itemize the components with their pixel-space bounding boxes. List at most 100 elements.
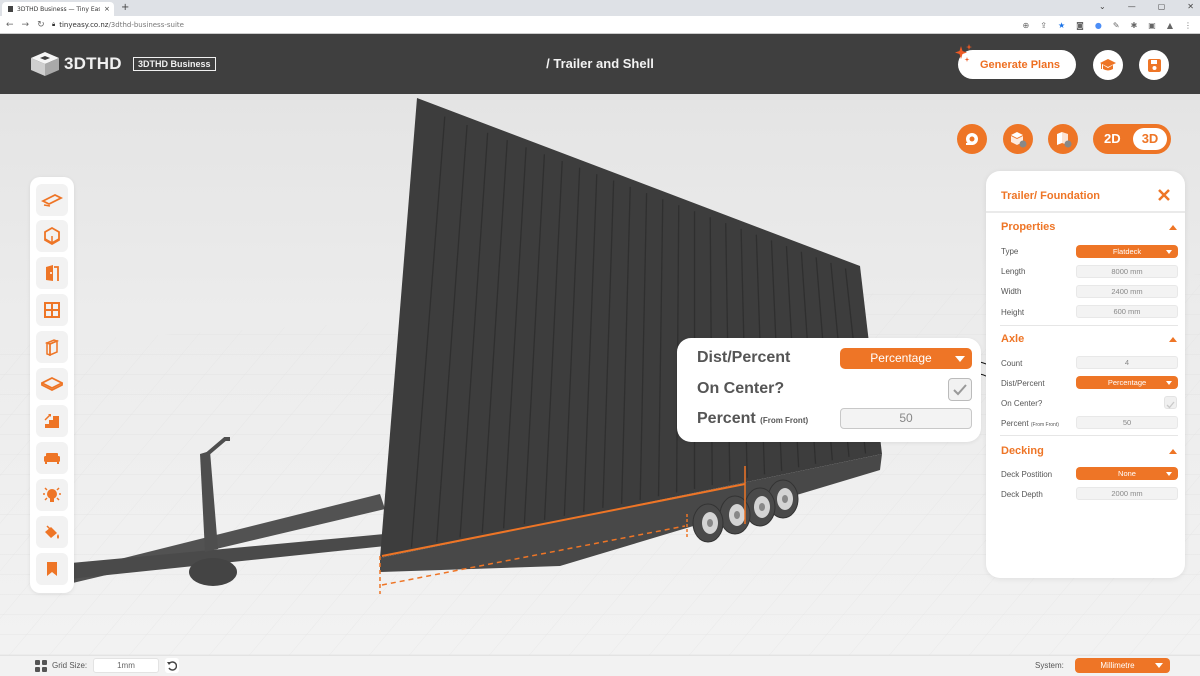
sparkle-icon — [955, 44, 972, 62]
system-label: System: — [1035, 661, 1064, 670]
save-icon — [1147, 58, 1161, 72]
floor-icon — [41, 377, 63, 391]
toolbar-item-paint[interactable] — [36, 516, 68, 548]
type-label: Type — [1001, 247, 1019, 256]
window-icon — [44, 302, 60, 318]
toolbar-item-saved[interactable] — [36, 553, 68, 585]
graduation-cap-icon — [1100, 59, 1116, 71]
toolbar-item-walls[interactable] — [36, 331, 68, 363]
toolbar-item-floors[interactable] — [36, 368, 68, 400]
paint-bucket-icon — [45, 525, 59, 539]
save-button[interactable] — [1139, 50, 1169, 80]
height-input[interactable]: 600 mm — [1076, 305, 1178, 318]
toolbar-item-doors[interactable] — [36, 257, 68, 289]
tab-search-button[interactable]: ⌄ — [1099, 2, 1106, 11]
grid-size-label: Grid Size: — [52, 661, 88, 670]
dist-percent-label: Dist/Percent — [1001, 379, 1045, 388]
tape-measure-icon — [966, 133, 978, 145]
camera-icon[interactable]: ◙ — [1076, 21, 1084, 30]
grid-icon — [35, 660, 47, 672]
close-window-button[interactable]: ✕ — [1187, 2, 1194, 11]
deck-position-label: Deck Postition — [1001, 470, 1053, 479]
reset-grid-button[interactable] — [165, 658, 179, 673]
close-icon[interactable] — [1156, 187, 1172, 203]
url-field[interactable]: 🔒︎ tinyeasy.co.nz/3dthd-business-suite — [52, 21, 184, 29]
zoom-icon[interactable]: ⊕ — [1023, 21, 1030, 30]
house-eye-icon — [1011, 132, 1027, 148]
bookmark-icon — [47, 562, 57, 576]
callout-percent-label: Percent (From Front) — [697, 410, 808, 428]
profile-icon[interactable]: ▲ — [1167, 21, 1173, 30]
window-controls: ⌄ — ▢ ✕ — [1099, 2, 1194, 11]
view-mode-toggle[interactable]: 2D 3D — [1093, 124, 1171, 154]
toggle-3d-option[interactable]: 3D — [1133, 128, 1167, 150]
callout-dist-label: Dist/Percent — [697, 349, 791, 366]
panel-title: Trailer/ Foundation — [1001, 190, 1101, 202]
dist-percent-dropdown[interactable]: Percentage — [1076, 376, 1178, 389]
toggle-2d-option[interactable]: 2D — [1104, 131, 1121, 146]
system-dropdown[interactable]: Millimetre — [1075, 658, 1170, 673]
deck-depth-input[interactable]: 2000 mm — [1076, 487, 1178, 500]
tutorial-button[interactable] — [1093, 50, 1123, 80]
url-path: /3dthd-business-suite — [108, 20, 184, 29]
callout-percent-text: Percent — [697, 410, 756, 427]
address-bar: ← → ↻ 🔒︎ tinyeasy.co.nz/3dthd-business-s… — [0, 16, 1200, 34]
reload-icon[interactable]: ↻ — [37, 20, 45, 30]
divider — [986, 211, 1185, 213]
on-center-label: On Center? — [1001, 399, 1043, 408]
browser-tab-bar: 3DTHD Business — Tiny Easy - T × + ⌄ — ▢… — [0, 0, 1200, 16]
zoom-callout: Dist/Percent Percentage On Center? Perce… — [677, 338, 981, 442]
length-input[interactable]: 8000 mm — [1076, 265, 1178, 278]
left-toolbar — [30, 177, 74, 593]
measure-tape-button[interactable] — [957, 124, 987, 154]
type-dropdown[interactable]: Flatdeck — [1076, 245, 1178, 258]
callout-center-checkbox[interactable] — [948, 378, 972, 401]
toolbar-item-stairs[interactable] — [36, 405, 68, 437]
toolbar-item-furniture[interactable] — [36, 442, 68, 474]
extension-icon[interactable]: ● — [1095, 21, 1102, 30]
section-decking-title: Decking — [1001, 445, 1044, 457]
wheel — [692, 503, 724, 543]
forward-icon[interactable]: → — [22, 20, 30, 30]
callout-dist-dropdown[interactable]: Percentage — [840, 348, 972, 369]
toggle-roof-visibility-button[interactable] — [1003, 124, 1033, 154]
callout-percent-note: (From Front) — [760, 416, 809, 425]
check-icon — [953, 384, 967, 396]
width-input[interactable]: 2400 mm — [1076, 285, 1178, 298]
maximize-button[interactable]: ▢ — [1158, 2, 1166, 11]
check-icon — [1166, 401, 1175, 409]
bookmark-star-icon[interactable]: ★ — [1058, 21, 1065, 30]
door-icon — [46, 265, 59, 281]
callout-center-label: On Center? — [697, 380, 785, 397]
minimize-button[interactable]: — — [1128, 2, 1136, 11]
axle-count-input[interactable]: 4 — [1076, 356, 1178, 369]
collapse-properties-caret-icon[interactable] — [1169, 225, 1177, 230]
toolbar-item-windows[interactable] — [36, 294, 68, 326]
shell-cube-icon — [44, 227, 60, 245]
toolbar-item-trailer[interactable] — [36, 184, 68, 216]
light-bulb-icon — [43, 487, 61, 502]
browser-tab[interactable]: 3DTHD Business — Tiny Easy - T × — [2, 2, 114, 16]
length-label: Length — [1001, 267, 1026, 276]
sidepanel-icon[interactable]: ▣ — [1148, 21, 1156, 30]
back-icon[interactable]: ← — [6, 20, 14, 30]
share-icon[interactable]: ⇪ — [1040, 21, 1047, 30]
deck-position-dropdown[interactable]: None — [1076, 467, 1178, 480]
collapse-decking-caret-icon[interactable] — [1169, 449, 1177, 454]
grid-size-input[interactable]: 1mm — [93, 658, 159, 673]
stairs-icon — [44, 414, 59, 428]
tab-close-icon[interactable]: × — [104, 5, 114, 13]
collapse-axle-caret-icon[interactable] — [1169, 337, 1177, 342]
app-header: 3DTHD 3DTHD Business / Trailer and Shell… — [0, 34, 1200, 94]
new-tab-button[interactable]: + — [121, 2, 129, 14]
toggle-wall-visibility-button[interactable] — [1048, 124, 1078, 154]
on-center-checkbox[interactable] — [1164, 396, 1177, 409]
callout-percent-input[interactable]: 50 — [840, 408, 972, 429]
section-axle-title: Axle — [1001, 333, 1025, 345]
puzzle-icon[interactable]: ✱ — [1131, 21, 1138, 30]
toolbar-item-lighting[interactable] — [36, 479, 68, 511]
eyedropper-icon[interactable]: ✎ — [1113, 21, 1120, 30]
toolbar-item-shell[interactable] — [36, 220, 68, 252]
percent-input[interactable]: 50 — [1076, 416, 1178, 429]
menu-icon[interactable]: ⋮ — [1184, 21, 1192, 30]
